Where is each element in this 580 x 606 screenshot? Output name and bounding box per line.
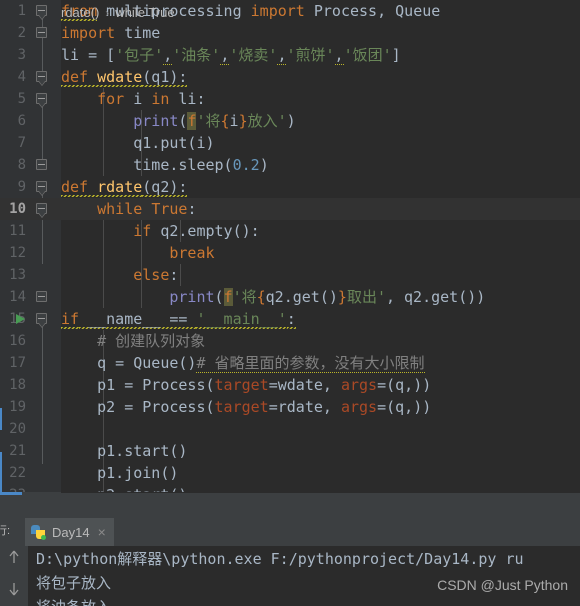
editor-line[interactable]: 20 bbox=[0, 418, 580, 440]
line-number: 6 bbox=[17, 113, 26, 129]
line-number: 4 bbox=[17, 69, 26, 85]
editor-line[interactable]: 13 else: bbox=[0, 264, 580, 286]
code-text: else: bbox=[133, 266, 179, 284]
line-number: 14 bbox=[9, 289, 26, 305]
run-tab-day14[interactable]: Day14 × bbox=[25, 518, 114, 546]
editor-line[interactable]: 3 li = ['包子','油条','烧卖','煎饼','饭团'] bbox=[0, 44, 580, 66]
fold-toggle-icon[interactable] bbox=[36, 27, 49, 40]
code-text: q1.put(i) bbox=[61, 134, 215, 152]
editor-line[interactable]: 17 q = Queue()# 省略里面的参数，没有大小限制 bbox=[0, 352, 580, 374]
editor-line[interactable]: 4 def wdate(q1): bbox=[0, 66, 580, 88]
editor-line[interactable]: 16 # 创建队列对象 bbox=[0, 330, 580, 352]
arrow-up-icon[interactable] bbox=[7, 548, 21, 566]
line-number: 17 bbox=[9, 355, 26, 371]
editor-line[interactable]: 12 break bbox=[0, 242, 580, 264]
editor-line[interactable]: 6 print(f'将{i}放入') bbox=[0, 110, 580, 132]
code-text: time.sleep(0.2) bbox=[61, 156, 269, 174]
line-number: 21 bbox=[9, 443, 26, 459]
line-number: 9 bbox=[17, 179, 26, 195]
run-gutter-icon[interactable] bbox=[16, 314, 25, 324]
line-number: 18 bbox=[9, 377, 26, 393]
console-line: D:\python解释器\python.exe F:/pythonproject… bbox=[36, 550, 524, 568]
line-number: 7 bbox=[17, 135, 26, 151]
line-number: 1 bbox=[17, 3, 26, 19]
line-number: 3 bbox=[17, 47, 26, 63]
editor-line[interactable]: 7 q1.put(i) bbox=[0, 132, 580, 154]
line-number: 20 bbox=[9, 421, 26, 437]
python-icon bbox=[31, 524, 46, 540]
breadcrumb-bar bbox=[0, 492, 580, 519]
code-text: if __name__ == '__main__': bbox=[61, 310, 296, 329]
editor-line[interactable]: 21 p1.start() bbox=[0, 440, 580, 462]
line-number: 10 bbox=[9, 201, 26, 217]
console-output[interactable]: D:\python解释器\python.exe F:/pythonproject… bbox=[28, 546, 580, 606]
line-number: 5 bbox=[17, 91, 26, 107]
code-text: break bbox=[169, 244, 215, 262]
code-text: if q2.empty(): bbox=[133, 222, 260, 240]
line-number: 23 bbox=[0, 484, 26, 492]
close-icon[interactable]: × bbox=[98, 524, 106, 540]
editor-line[interactable]: 9 def rdate(q2): bbox=[0, 176, 580, 198]
code-text: p1 = Process(target=wdate, args=(q,)) bbox=[61, 376, 432, 394]
code-text: print(f'将{i}放入') bbox=[133, 112, 296, 130]
editor-line[interactable]: 8 time.sleep(0.2) bbox=[0, 154, 580, 176]
editor-line[interactable]: 5 for i in li: bbox=[0, 88, 580, 110]
code-text: p1.join() bbox=[61, 464, 179, 482]
line-number: 13 bbox=[9, 267, 26, 283]
run-tool-window: 行: Day14 × D:\python解释器\python.exe F:/py… bbox=[0, 518, 580, 606]
editor-line-current[interactable]: 10 while True: bbox=[0, 198, 580, 220]
console-scroll-buttons bbox=[0, 546, 28, 606]
code-text: print(f'将{q2.get()}取出', q2.get()) bbox=[169, 288, 486, 306]
line-number: 11 bbox=[9, 223, 26, 239]
fold-toggle-icon[interactable] bbox=[36, 291, 49, 304]
editor-line[interactable]: 19 p2 = Process(target=rdate, args=(q,)) bbox=[0, 396, 580, 418]
line-number: 2 bbox=[17, 25, 26, 41]
code-text: p1.start() bbox=[61, 442, 188, 460]
line-number: 12 bbox=[9, 245, 26, 261]
editor-line[interactable]: 23 p2.start() bbox=[0, 484, 580, 492]
pycharm-window: 1 from multiprocessing import Process, Q… bbox=[0, 0, 580, 606]
breadcrumb-item-while[interactable]: while True bbox=[115, 5, 174, 20]
editor-line[interactable]: 18 p1 = Process(target=wdate, args=(q,)) bbox=[0, 374, 580, 396]
line-number: 22 bbox=[9, 465, 26, 481]
arrow-down-icon[interactable] bbox=[7, 580, 21, 598]
fold-toggle-icon[interactable] bbox=[36, 71, 49, 86]
run-tool-window-header: 行: Day14 × bbox=[0, 518, 580, 547]
breadcrumb-accent-marker bbox=[0, 492, 22, 495]
code-text: p2.start() bbox=[61, 484, 580, 492]
fold-toggle-icon[interactable] bbox=[36, 181, 49, 196]
code-text: # 创建队列对象 bbox=[61, 332, 206, 350]
run-tab-label: Day14 bbox=[52, 524, 90, 540]
fold-toggle-icon[interactable] bbox=[36, 5, 49, 20]
code-text: def rdate(q2): bbox=[61, 178, 188, 197]
fold-toggle-icon[interactable] bbox=[36, 93, 49, 108]
line-number: 19 bbox=[9, 399, 26, 415]
code-text: while True: bbox=[97, 200, 197, 218]
code-text: p2 = Process(target=rdate, args=(q,)) bbox=[61, 398, 432, 416]
editor-line[interactable]: 15 if __name__ == '__main__': bbox=[0, 308, 580, 330]
breadcrumb-item-rdate[interactable]: rdate() bbox=[61, 5, 99, 20]
breadcrumb[interactable]: rdate() › while True bbox=[61, 0, 175, 26]
editor-line[interactable]: 14 print(f'将{q2.get()}取出', q2.get()) bbox=[0, 286, 580, 308]
editor-line[interactable]: 11 if q2.empty(): bbox=[0, 220, 580, 242]
code-text: def wdate(q1): bbox=[61, 68, 188, 87]
fold-toggle-icon[interactable] bbox=[36, 159, 49, 172]
breadcrumb-separator-icon: › bbox=[105, 6, 110, 20]
code-editor[interactable]: 1 from multiprocessing import Process, Q… bbox=[0, 0, 580, 492]
fold-toggle-icon[interactable] bbox=[36, 313, 49, 328]
code-text: for i in li: bbox=[97, 90, 206, 108]
editor-line[interactable]: 22 p1.join() bbox=[0, 462, 580, 484]
breadcrumb-gutter-strip bbox=[0, 492, 61, 518]
code-text: li = ['包子','油条','烧卖','煎饼','饭团'] bbox=[61, 46, 401, 65]
line-number: 16 bbox=[9, 333, 26, 349]
line-number: 8 bbox=[17, 157, 26, 173]
code-text: q = Queue()# 省略里面的参数，没有大小限制 bbox=[61, 354, 425, 373]
watermark: CSDN @Just Python bbox=[437, 577, 568, 593]
tool-window-label: 行: bbox=[0, 525, 11, 537]
fold-toggle-icon[interactable] bbox=[36, 203, 49, 218]
